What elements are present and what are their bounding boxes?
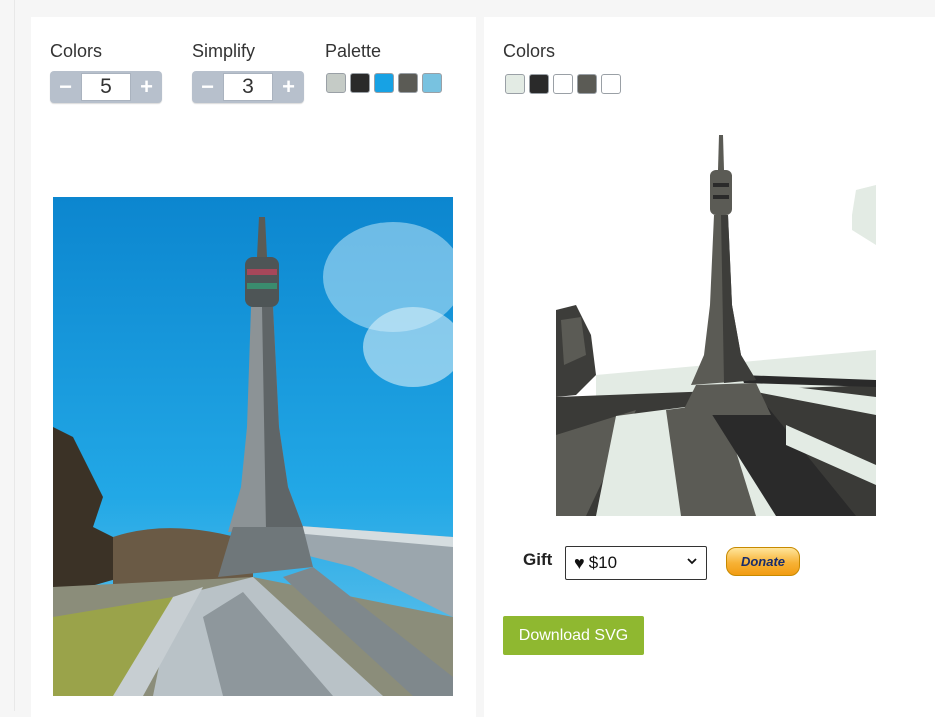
palette-swatch-2[interactable]	[350, 73, 370, 93]
output-color-swatches	[505, 74, 621, 94]
minus-icon: −	[201, 74, 214, 99]
minus-icon: −	[59, 74, 72, 99]
palette-swatch-3[interactable]	[374, 73, 394, 93]
output-color-swatch-5[interactable]	[601, 74, 621, 94]
plus-icon: +	[140, 74, 153, 99]
source-photo	[53, 197, 453, 696]
simplify-stepper: − 3 +	[192, 71, 304, 103]
output-color-swatch-3[interactable]	[553, 74, 573, 94]
simplify-value-input[interactable]: 3	[223, 73, 273, 101]
palette-label: Palette	[325, 41, 382, 61]
output-color-swatch-1[interactable]	[505, 74, 525, 94]
output-color-swatch-4[interactable]	[577, 74, 597, 94]
colors-increment-button[interactable]: +	[131, 71, 162, 103]
simplify-label: Simplify	[192, 41, 256, 61]
palette-swatch-5[interactable]	[422, 73, 442, 93]
colors-stepper: − 5 +	[50, 71, 162, 103]
download-svg-button[interactable]: Download SVG	[503, 616, 644, 655]
gift-label: Gift	[523, 550, 553, 569]
simplify-increment-button[interactable]: +	[273, 71, 304, 103]
gift-selected-value: $10	[588, 553, 618, 572]
output-colors-label: Colors	[503, 41, 556, 61]
palette-swatch-1[interactable]	[326, 73, 346, 93]
palette-swatch-4[interactable]	[398, 73, 418, 93]
colors-decrement-button[interactable]: −	[50, 71, 81, 103]
vectorized-preview	[556, 135, 876, 516]
colors-label: Colors	[50, 41, 103, 61]
plus-icon: +	[282, 74, 295, 99]
colors-value-input[interactable]: 5	[81, 73, 131, 101]
palette-swatches	[326, 73, 442, 93]
chevron-down-icon	[687, 558, 697, 565]
gift-amount-select[interactable]: ♥ $10	[565, 546, 707, 580]
page-border	[14, 0, 15, 711]
heart-icon: ♥	[574, 552, 585, 573]
simplify-decrement-button[interactable]: −	[192, 71, 223, 103]
output-color-swatch-2[interactable]	[529, 74, 549, 94]
donate-button[interactable]: Donate	[726, 547, 800, 576]
